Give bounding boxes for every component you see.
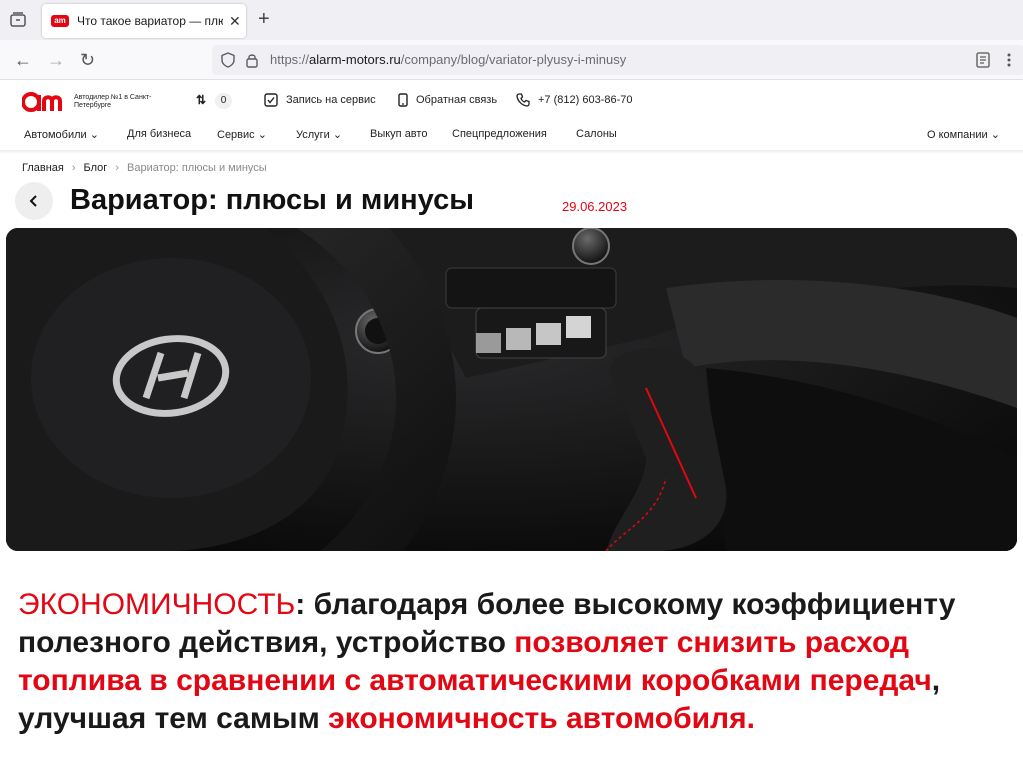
back-button[interactable] — [15, 182, 53, 220]
url-text[interactable]: https://alarm-motors.ru/company/blog/var… — [270, 52, 626, 67]
nav-item-buyout[interactable]: Выкуп авто — [370, 128, 427, 140]
nav-item-services[interactable]: Услуги ⌄ — [296, 128, 342, 141]
alarm-motors-logo-icon[interactable] — [22, 91, 66, 113]
article-highlight: экономичность автомобиля. — [328, 702, 755, 735]
article-hero-image — [6, 228, 1017, 551]
breadcrumb: Главная › Блог › Вариатор: плюсы и минусы — [22, 162, 267, 174]
service-booking-link[interactable]: Запись на сервис — [264, 93, 376, 107]
breadcrumb-separator-icon: › — [115, 162, 119, 174]
url-prefix: https:// — [270, 52, 310, 67]
close-tab-icon[interactable]: ✕ — [229, 13, 241, 30]
compare-count-badge: 0 — [215, 93, 232, 109]
main-navigation: Автомобили ⌄ Для бизнеса Сервис ⌄ Услуги… — [0, 128, 1023, 150]
callback-link[interactable]: Обратная связь — [398, 93, 497, 107]
car-interior-illustration — [6, 228, 1017, 551]
back-arrow-icon[interactable]: ← — [14, 50, 32, 70]
phone-link[interactable]: +7 (812) 603-86-70 — [516, 93, 632, 107]
mobile-phone-icon — [398, 93, 408, 107]
lock-icon[interactable] — [246, 52, 258, 68]
breadcrumb-separator-icon: › — [71, 162, 76, 174]
nav-item-cars[interactable]: Автомобили ⌄ — [24, 128, 99, 141]
chevron-left-icon — [29, 195, 37, 207]
tab-title: Что такое вариатор — плюсы — [77, 14, 223, 28]
breadcrumb-current: Вариатор: плюсы и минусы — [127, 162, 267, 174]
browser-tab-active[interactable]: am Что такое вариатор — плюсы ✕ — [42, 4, 246, 38]
nav-item-business[interactable]: Для бизнеса — [127, 128, 191, 140]
overflow-menu-icon[interactable] — [1002, 50, 1016, 70]
compare-icon[interactable]: ⇅ — [196, 93, 206, 107]
nav-item-service[interactable]: Сервис ⌄ — [217, 128, 267, 141]
breadcrumb-blog[interactable]: Блог — [84, 162, 108, 174]
callback-label: Обратная связь — [416, 94, 498, 106]
nav-item-special-offers[interactable]: Спецпредложения — [452, 128, 547, 140]
page-title: Вариатор: плюсы и минусы — [70, 184, 474, 216]
new-tab-icon[interactable]: + — [258, 8, 270, 31]
url-domain: alarm-motors.ru — [309, 52, 401, 67]
nav-item-showrooms[interactable]: Салоны — [576, 128, 617, 140]
post-date: 29.06.2023 — [562, 199, 628, 214]
service-booking-label: Запись на сервис — [286, 94, 376, 106]
url-bar[interactable]: https://alarm-motors.ru/company/blog/var… — [212, 45, 1023, 75]
logo-tagline: Автодилер №1 в Санкт-Петербурге — [74, 94, 152, 109]
phone-number: +7 (812) 603-86-70 — [538, 94, 633, 106]
article-paragraph: ЭКОНОМИЧНОСТЬ: благодаря более высокому … — [18, 586, 1008, 738]
nav-divider — [0, 150, 1023, 154]
site-favicon-icon: am — [51, 15, 69, 27]
article-keyword: ЭКОНОМИЧНОСТЬ — [18, 588, 296, 621]
forward-arrow-icon[interactable]: → — [47, 50, 65, 70]
tab-list-icon[interactable] — [9, 11, 27, 29]
breadcrumb-home[interactable]: Главная — [22, 162, 64, 174]
reader-view-icon[interactable] — [976, 52, 990, 68]
browser-tab-bar: am Что такое вариатор — плюсы ✕ + — [0, 0, 1023, 40]
reload-icon[interactable]: ↻ — [80, 50, 95, 70]
nav-item-about[interactable]: О компании ⌄ — [927, 128, 1000, 141]
browser-nav-bar: ← → ↻ https://alarm-motors.ru/company/bl… — [0, 40, 1023, 80]
checkbox-icon — [264, 93, 278, 107]
tracking-shield-icon[interactable] — [221, 52, 235, 68]
phone-icon — [516, 93, 530, 107]
url-path: /company/blog/variator-plyusy-i-minusy — [400, 52, 627, 67]
